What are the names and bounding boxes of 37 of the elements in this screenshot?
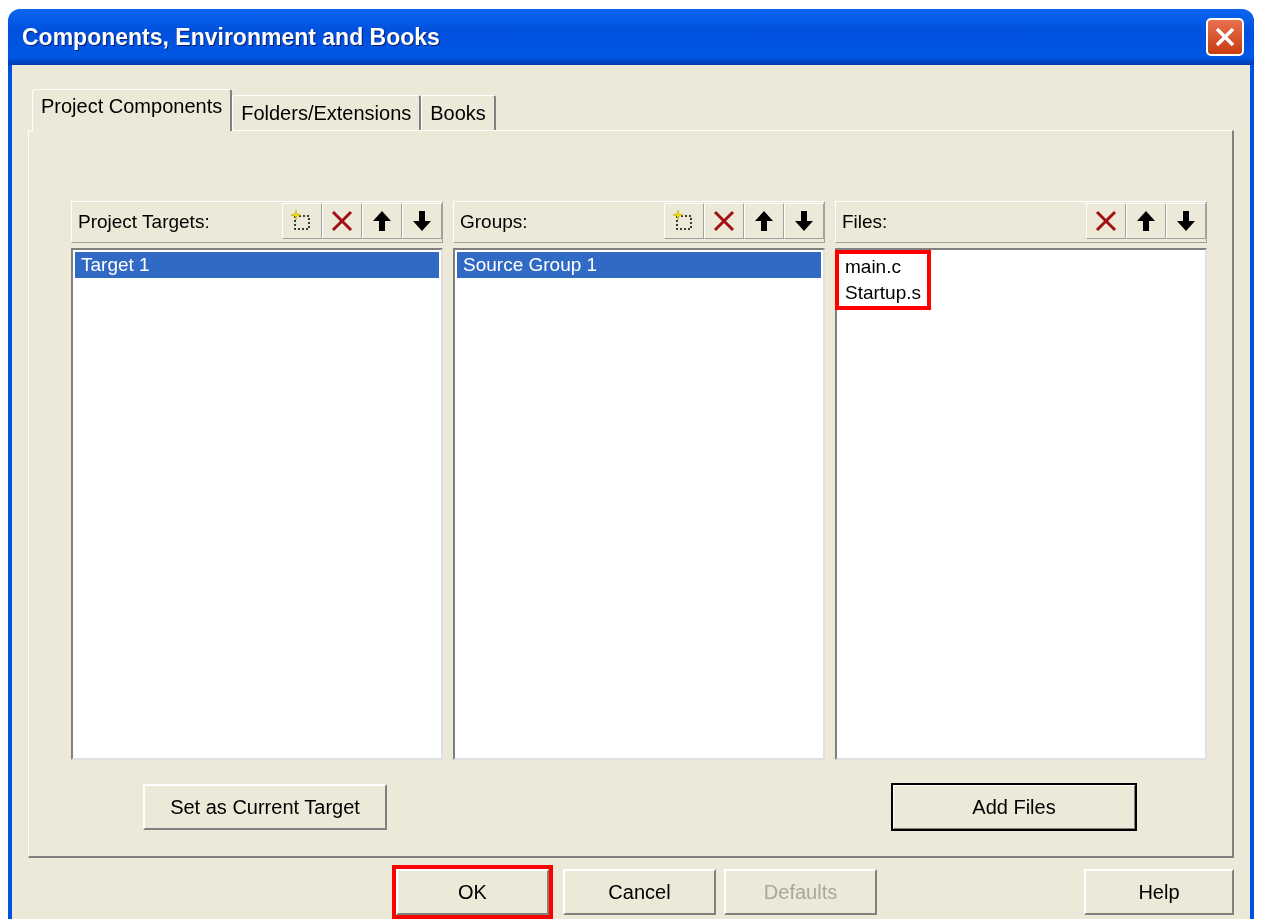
arrow-up-icon [753, 209, 775, 233]
move-down-button[interactable] [1166, 203, 1206, 239]
tab[interactable]: Folders/Extensions [232, 95, 422, 130]
arrow-up-icon [1135, 209, 1157, 233]
move-down-button[interactable] [784, 203, 824, 239]
arrow-down-icon [411, 209, 433, 233]
list-item[interactable]: Source Group 1 [457, 252, 821, 278]
arrow-down-icon [1175, 209, 1197, 233]
delete-icon [712, 209, 736, 233]
dialog-button[interactable]: Add Files [892, 784, 1136, 830]
new-item-button[interactable] [664, 203, 704, 239]
delete-icon [330, 209, 354, 233]
dialog-button[interactable]: Help [1084, 869, 1234, 915]
arrow-down-icon [793, 209, 815, 233]
move-down-button[interactable] [402, 203, 442, 239]
close-icon [1213, 25, 1237, 49]
list-item[interactable]: Target 1 [75, 252, 439, 278]
delete-icon [1094, 209, 1118, 233]
dialog-button[interactable]: Set as Current Target [143, 784, 387, 830]
list-item[interactable]: main.c [843, 254, 924, 280]
delete-button[interactable] [704, 203, 744, 239]
tab[interactable]: Project Components [32, 89, 233, 131]
dialog-button[interactable]: Cancel [563, 869, 716, 915]
move-up-button[interactable] [1126, 203, 1166, 239]
tab[interactable]: Books [421, 95, 496, 130]
move-up-button[interactable] [362, 203, 402, 239]
pane-label: Files: [842, 211, 888, 233]
delete-button[interactable] [1086, 203, 1126, 239]
move-up-button[interactable] [744, 203, 784, 239]
delete-button[interactable] [322, 203, 362, 239]
new-item-button[interactable] [282, 203, 322, 239]
window-title: Components, Environment and Books [22, 23, 440, 51]
pane-label: Groups: [460, 211, 528, 233]
pane-label: Project Targets: [78, 211, 210, 233]
arrow-up-icon [371, 209, 393, 233]
list-item[interactable]: Startup.s [843, 280, 924, 306]
close-button[interactable] [1206, 18, 1244, 56]
